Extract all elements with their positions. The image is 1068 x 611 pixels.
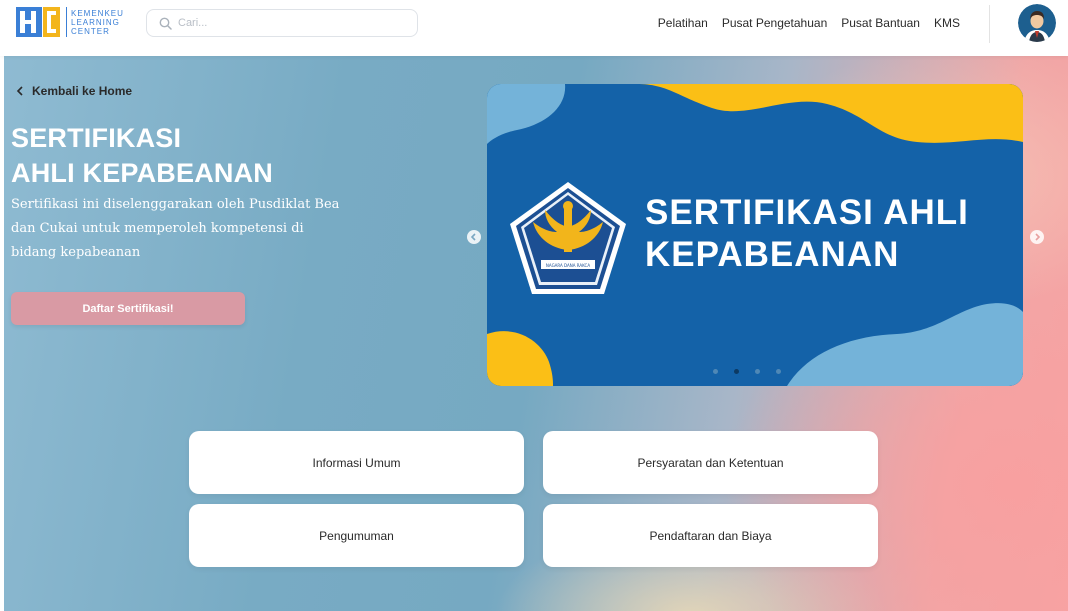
left-edge-strip xyxy=(0,56,4,611)
chevron-right-icon xyxy=(1035,233,1041,241)
carousel-prev-button[interactable] xyxy=(467,230,481,244)
logo-text-line: KEMENKEU xyxy=(71,8,124,18)
banner-headline: SERTIFIKASI AHLI KEPABEANAN xyxy=(645,192,1015,276)
page-title: SERTIFIKASI AHLI KEPABEANAN xyxy=(11,121,351,191)
card-informasi-umum[interactable]: Informasi Umum xyxy=(189,431,524,494)
daftar-sertifikasi-button[interactable]: Daftar Sertifikasi! xyxy=(11,292,245,325)
nav-pelatihan[interactable]: Pelatihan xyxy=(658,16,708,30)
nav-kms[interactable]: KMS xyxy=(934,16,960,30)
page-description: Sertifikasi ini diselenggarakan oleh Pus… xyxy=(11,197,340,260)
user-avatar[interactable] xyxy=(1018,4,1056,42)
klc-logo[interactable]: KEMENKEU LEARNING CENTER xyxy=(16,6,124,38)
logo-text: KEMENKEU LEARNING CENTER xyxy=(71,9,124,36)
klc-logo-mark-icon xyxy=(16,7,60,37)
card-pendaftaran-biaya[interactable]: Pendaftaran dan Biaya xyxy=(543,504,878,567)
carousel-indicators xyxy=(713,369,781,374)
carousel-dot[interactable] xyxy=(755,369,760,374)
card-pengumuman[interactable]: Pengumuman xyxy=(189,504,524,567)
top-header: KEMENKEU LEARNING CENTER Pelatihan Pusat… xyxy=(0,0,1068,56)
user-avatar-icon xyxy=(1018,4,1056,42)
logo-text-line: LEARNING xyxy=(71,17,120,27)
logo-text-line: CENTER xyxy=(71,26,110,36)
banner-headline-line: KEPABEANAN xyxy=(645,235,900,274)
main-nav: Pelatihan Pusat Pengetahuan Pusat Bantua… xyxy=(658,16,960,30)
banner-headline-line: SERTIFIKASI AHLI xyxy=(645,193,969,232)
search-icon xyxy=(159,17,172,30)
page-title-line: AHLI KEPABEANAN xyxy=(11,158,274,188)
card-persyaratan-ketentuan[interactable]: Persyaratan dan Ketentuan xyxy=(543,431,878,494)
logo-divider xyxy=(66,7,67,37)
carousel-dot[interactable] xyxy=(713,369,718,374)
search-box[interactable] xyxy=(146,9,418,37)
search-input[interactable] xyxy=(178,17,398,29)
nav-pusat-bantuan[interactable]: Pusat Bantuan xyxy=(841,16,920,30)
nav-pusat-pengetahuan[interactable]: Pusat Pengetahuan xyxy=(722,16,827,30)
carousel-dot-active[interactable] xyxy=(734,369,739,374)
page-title-line: SERTIFIKASI xyxy=(11,123,182,153)
chevron-left-icon xyxy=(470,233,476,241)
nav-divider xyxy=(989,5,990,43)
kemenkeu-emblem-icon: NAGARA DANA RAKCA xyxy=(510,182,626,294)
back-to-home-label: Kembali ke Home xyxy=(32,84,133,98)
banner-carousel[interactable]: NAGARA DANA RAKCA SERTIFIKASI AHLI KEPAB… xyxy=(487,84,1023,386)
emblem-ribbon-text: NAGARA DANA RAKCA xyxy=(546,263,590,268)
carousel-next-button[interactable] xyxy=(1030,230,1044,244)
back-to-home-link[interactable]: Kembali ke Home xyxy=(16,84,132,98)
carousel-dot[interactable] xyxy=(776,369,781,374)
chevron-left-icon xyxy=(16,86,23,96)
